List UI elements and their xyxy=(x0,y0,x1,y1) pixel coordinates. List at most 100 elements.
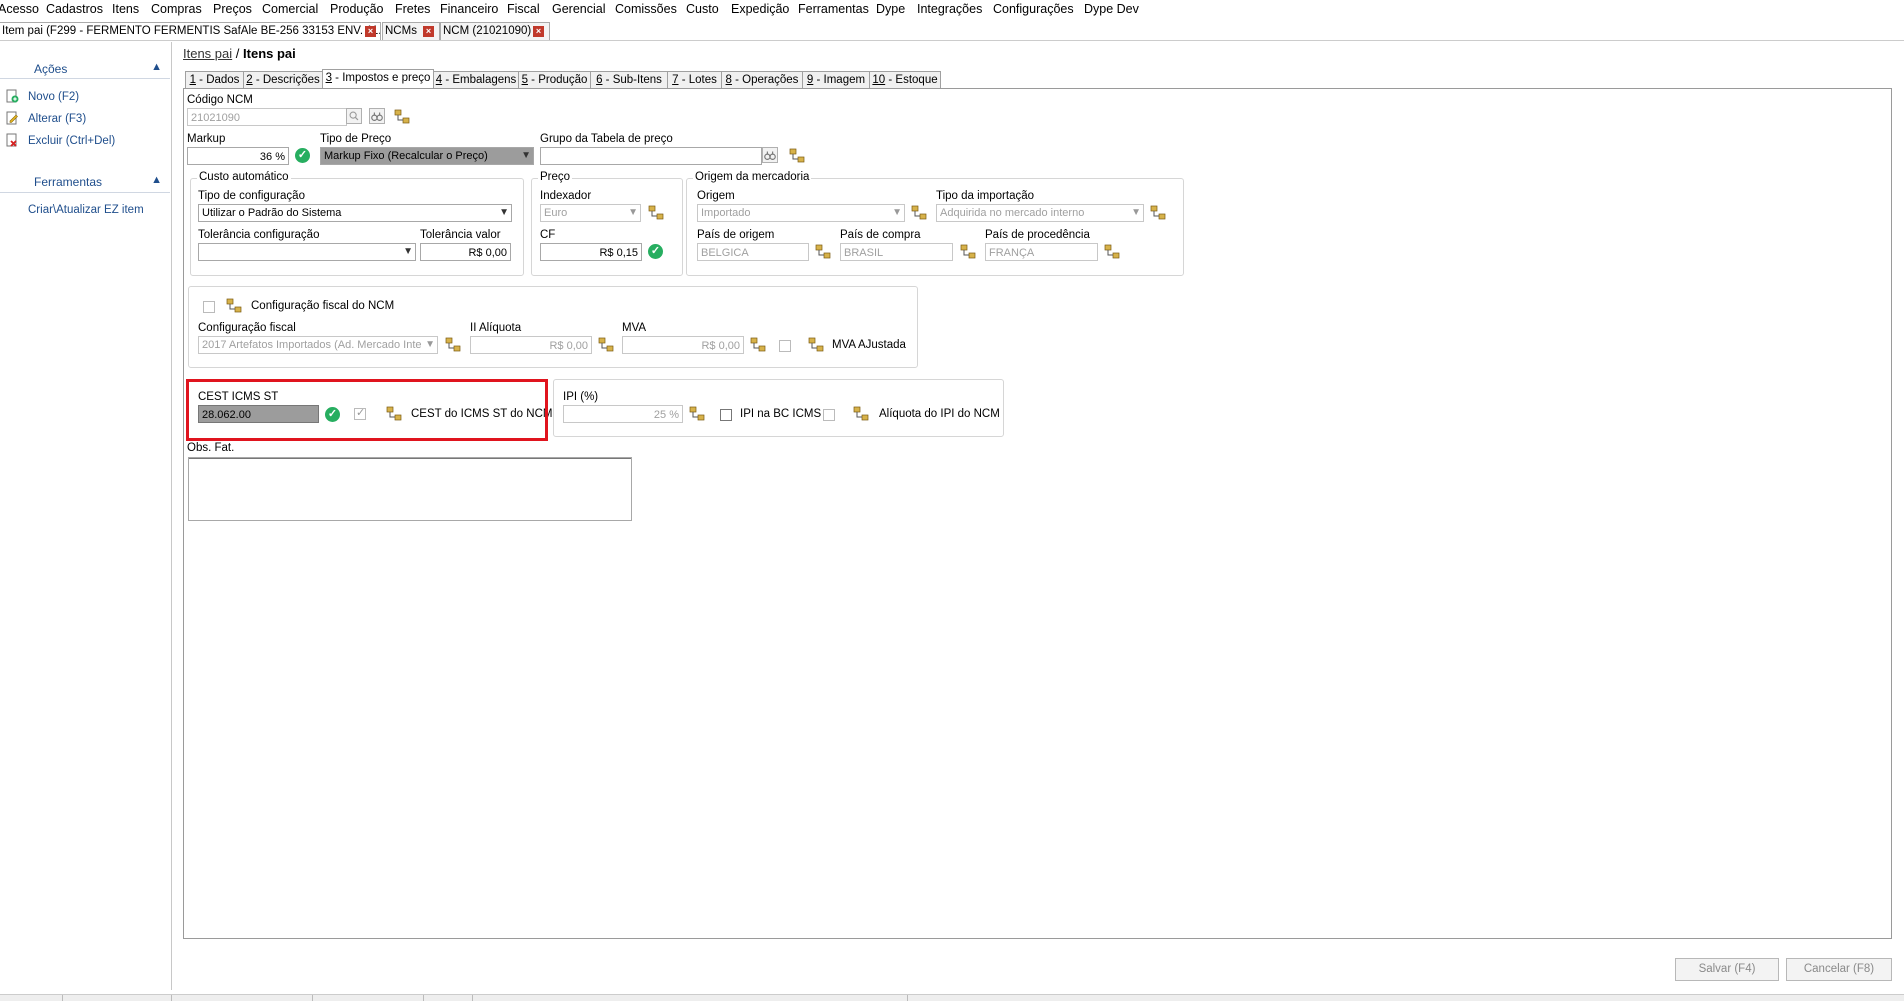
chevron-down-icon: ▼ xyxy=(628,207,638,218)
breadcrumb-parent[interactable]: Itens pai xyxy=(183,46,232,61)
divider xyxy=(0,78,170,79)
hierarchy-icon[interactable] xyxy=(689,406,705,422)
search-icon[interactable] xyxy=(346,108,362,124)
ipi-bc-icms-checkbox[interactable] xyxy=(720,409,732,421)
alterar-link[interactable]: Alterar (F3) xyxy=(28,113,86,125)
hierarchy-icon[interactable] xyxy=(789,148,805,164)
origem-mercadoria-title: Origem da mercadoria xyxy=(693,171,812,183)
grupo-tabela-input[interactable] xyxy=(540,147,762,165)
hierarchy-icon[interactable] xyxy=(598,337,614,353)
close-icon[interactable]: × xyxy=(533,26,544,37)
menu-dype[interactable]: Dype xyxy=(876,2,905,16)
tipo-config-value: Utilizar o Padrão do Sistema xyxy=(202,207,342,219)
hierarchy-icon[interactable] xyxy=(853,406,869,422)
markup-input[interactable]: 36 % xyxy=(187,147,289,165)
hierarchy-icon[interactable] xyxy=(226,298,242,314)
menu-integracoes[interactable]: Integrações xyxy=(917,2,982,16)
tipo-importacao-label: Tipo da importação xyxy=(936,190,1035,202)
doc-tab-ncms[interactable]: NCMs × xyxy=(382,22,440,40)
menu-gerencial[interactable]: Gerencial xyxy=(552,2,606,16)
menu-configuracoes[interactable]: Configurações xyxy=(993,2,1074,16)
status-cell xyxy=(473,995,908,1001)
menu-comercial[interactable]: Comercial xyxy=(262,2,318,16)
menu-expedicao[interactable]: Expedição xyxy=(731,2,789,16)
config-fiscal-ncm-checkbox[interactable] xyxy=(203,301,215,313)
tolerancia-valor-input[interactable]: R$ 0,00 xyxy=(420,243,511,261)
config-fiscal-label: Configuração fiscal xyxy=(198,322,296,334)
chevron-up-icon[interactable]: ▲ xyxy=(151,174,162,186)
tipo-config-select[interactable]: Utilizar o Padrão do Sistema ▼ xyxy=(198,204,512,222)
menu-fretes[interactable]: Fretes xyxy=(395,2,430,16)
close-icon[interactable]: × xyxy=(365,26,376,37)
ii-aliquota-label: II Alíquota xyxy=(470,322,522,334)
doc-tab-ncm[interactable]: NCM (21021090) × xyxy=(440,22,550,40)
tolerancia-valor-label: Tolerância valor xyxy=(420,229,501,241)
hierarchy-icon[interactable] xyxy=(815,244,831,260)
pais-compra-input[interactable]: BRASIL xyxy=(840,243,953,261)
tab-label: - Produção xyxy=(527,74,588,86)
sidebar-section-ferramentas[interactable]: Ferramentas ▲ xyxy=(0,172,170,192)
novo-link[interactable]: Novo (F2) xyxy=(28,91,79,103)
criar-atualizar-link[interactable]: Criar\Atualizar EZ item xyxy=(28,204,144,216)
hierarchy-icon[interactable] xyxy=(394,109,410,125)
chevron-down-icon: ▼ xyxy=(425,339,435,350)
aliquota-ipi-ncm-checkbox[interactable] xyxy=(823,409,835,421)
binoculars-icon[interactable] xyxy=(762,147,778,163)
menu-fiscal[interactable]: Fiscal xyxy=(507,2,540,16)
menu-precos[interactable]: Preços xyxy=(213,2,252,16)
pais-procedencia-input[interactable]: FRANÇA xyxy=(985,243,1098,261)
status-cell xyxy=(313,995,424,1001)
menu-acesso[interactable]: Acesso xyxy=(0,2,39,16)
pais-origem-input[interactable]: BELGICA xyxy=(697,243,809,261)
sidebar-section-title: Ações xyxy=(34,62,68,76)
tipo-preco-select[interactable]: Markup Fixo (Recalcular o Preço) ▼ xyxy=(320,147,534,165)
menu-producao[interactable]: Produção xyxy=(330,2,384,16)
sidebar-section-title: Ferramentas xyxy=(34,175,103,189)
excluir-link[interactable]: Excluir (Ctrl+Del) xyxy=(28,135,115,147)
tab-impostos-preco[interactable]: 3 - Impostos e preço xyxy=(322,69,434,90)
tipo-config-label: Tipo de configuração xyxy=(198,190,305,202)
cancelar-button[interactable]: Cancelar (F8) xyxy=(1786,958,1892,981)
binoculars-icon[interactable] xyxy=(369,108,385,124)
ii-aliquota-input[interactable]: R$ 0,00 xyxy=(470,336,592,354)
hierarchy-icon[interactable] xyxy=(960,244,976,260)
origem-label: Origem xyxy=(697,190,735,202)
grupo-tabela-label: Grupo da Tabela de preço xyxy=(540,133,673,145)
menu-custo[interactable]: Custo xyxy=(686,2,719,16)
obs-fat-textarea[interactable] xyxy=(188,457,632,521)
chevron-down-icon: ▼ xyxy=(892,207,902,218)
menu-ferramentas[interactable]: Ferramentas xyxy=(798,2,869,16)
cf-input[interactable]: R$ 0,15 xyxy=(540,243,642,261)
indexador-select[interactable]: Euro ▼ xyxy=(540,204,641,222)
menu-financeiro[interactable]: Financeiro xyxy=(440,2,498,16)
menu-compras[interactable]: Compras xyxy=(151,2,202,16)
close-icon[interactable]: × xyxy=(423,26,434,37)
ipi-bc-icms-label: IPI na BC ICMS xyxy=(740,408,822,420)
tolerancia-config-select[interactable]: ▼ xyxy=(198,243,416,261)
menu-dype-dev[interactable]: Dype Dev xyxy=(1084,2,1139,16)
hierarchy-icon[interactable] xyxy=(1104,244,1120,260)
chevron-up-icon[interactable]: ▲ xyxy=(151,61,162,73)
origem-select[interactable]: Importado ▼ xyxy=(697,204,905,222)
origem-value: Importado xyxy=(701,207,751,219)
menu-comissoes[interactable]: Comissões xyxy=(615,2,677,16)
doc-tab-label: NCM (21021090) xyxy=(443,25,532,37)
tipo-importacao-select[interactable]: Adquirida no mercado interno ▼ xyxy=(936,204,1144,222)
hierarchy-icon[interactable] xyxy=(750,337,766,353)
config-fiscal-select[interactable]: 2017 Artefatos Importados (Ad. Mercado I… xyxy=(198,336,438,354)
menu-cadastros[interactable]: Cadastros xyxy=(46,2,103,16)
ipi-input[interactable]: 25 % xyxy=(563,405,683,423)
hierarchy-icon[interactable] xyxy=(1150,205,1166,221)
hierarchy-icon[interactable] xyxy=(648,205,664,221)
sidebar-section-acoes[interactable]: Ações ▲ xyxy=(0,59,170,79)
status-cell xyxy=(63,995,172,1001)
codigo-ncm-input[interactable]: 21021090 xyxy=(187,108,347,126)
mva-ajustada-checkbox[interactable] xyxy=(779,340,791,352)
menu-itens[interactable]: Itens xyxy=(112,2,139,16)
hierarchy-icon[interactable] xyxy=(808,337,824,353)
hierarchy-icon[interactable] xyxy=(911,205,927,221)
salvar-button[interactable]: Salvar (F4) xyxy=(1675,958,1779,981)
hierarchy-icon[interactable] xyxy=(445,337,461,353)
doc-tab-item-pai[interactable]: Item pai (F299 - FERMENTO FERMENTIS SafA… xyxy=(0,22,381,40)
mva-input[interactable]: R$ 0,00 xyxy=(622,336,744,354)
